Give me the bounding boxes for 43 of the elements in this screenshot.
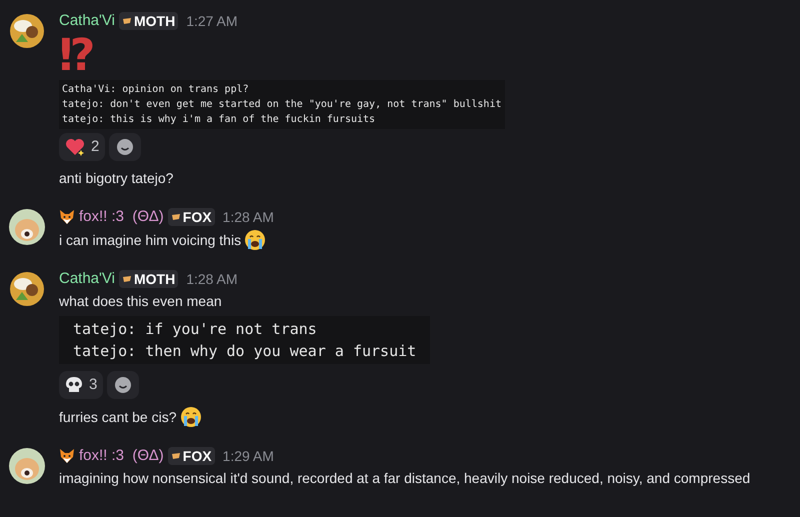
crying-face-icon xyxy=(180,406,202,428)
avatar-drawing[interactable] xyxy=(8,447,46,485)
screenshot-text-line: tatejo: this is why i'm a fan of the fuckin fursuits xyxy=(62,113,376,127)
timestamp: 1:28 AM xyxy=(186,270,238,288)
add-reaction-button[interactable] xyxy=(107,371,140,399)
screenshot-text-line: tatejo: if you're not trans xyxy=(73,319,317,340)
sparkling-heart-icon xyxy=(65,138,85,156)
author-name[interactable]: Catha'Vi xyxy=(59,10,115,32)
message-text: furries cant be cis? xyxy=(59,408,176,426)
fox-face-icon xyxy=(59,448,75,464)
tag-badge-icon xyxy=(170,452,181,460)
timestamp: 1:27 AM xyxy=(186,12,238,30)
exclamation-question-mark: ⁉ xyxy=(59,32,96,80)
guild-tag[interactable]: FOX xyxy=(168,208,215,226)
author-name[interactable]: fox!! :3 (ΘΔ) xyxy=(79,444,164,468)
author-name[interactable]: Catha'Vi xyxy=(59,268,115,290)
screenshot-text-line: tatejo: then why do you wear a fursuit xyxy=(73,341,416,362)
message-text: what does this even mean xyxy=(59,292,222,311)
reaction-button[interactable]: 2 xyxy=(59,133,106,161)
avatar-drawing[interactable] xyxy=(8,270,46,308)
tag-badge-icon xyxy=(122,275,132,283)
message-text: i can imagine him voicing this xyxy=(59,230,242,250)
skull-icon xyxy=(65,376,83,394)
smiley-icon xyxy=(114,376,132,394)
timestamp: 1:28 AM xyxy=(222,208,274,226)
screenshot-text-line: Catha'Vi: opinion on trans ppl? xyxy=(62,83,249,97)
tag-badge-icon xyxy=(170,213,181,221)
author-name[interactable]: fox!! :3 (ΘΔ) xyxy=(79,206,164,228)
tag-badge-icon xyxy=(122,17,132,25)
guild-tag[interactable]: MOTH xyxy=(118,12,178,30)
add-reaction-button[interactable] xyxy=(109,133,142,161)
crying-face-icon xyxy=(244,229,266,251)
reaction-button[interactable]: 3 xyxy=(59,371,104,399)
avatar-drawing[interactable] xyxy=(8,208,46,246)
timestamp: 1:29 AM xyxy=(222,446,274,466)
guild-tag[interactable]: MOTH xyxy=(118,270,178,288)
screenshot-text-line: tatejo: don't even get me started on the "you're gay, not trans" bullshit xyxy=(62,98,502,112)
fox-face-icon xyxy=(59,209,75,225)
message-text: anti bigotry tatejo? xyxy=(59,169,174,188)
message-text: imagining how nonsensical it'd sound, recorded at a far distance, heavily noise reduced, noisy, and compressed xyxy=(59,469,750,488)
smiley-icon xyxy=(116,138,134,156)
guild-tag[interactable]: FOX xyxy=(168,447,215,465)
avatar-drawing[interactable] xyxy=(8,12,46,50)
